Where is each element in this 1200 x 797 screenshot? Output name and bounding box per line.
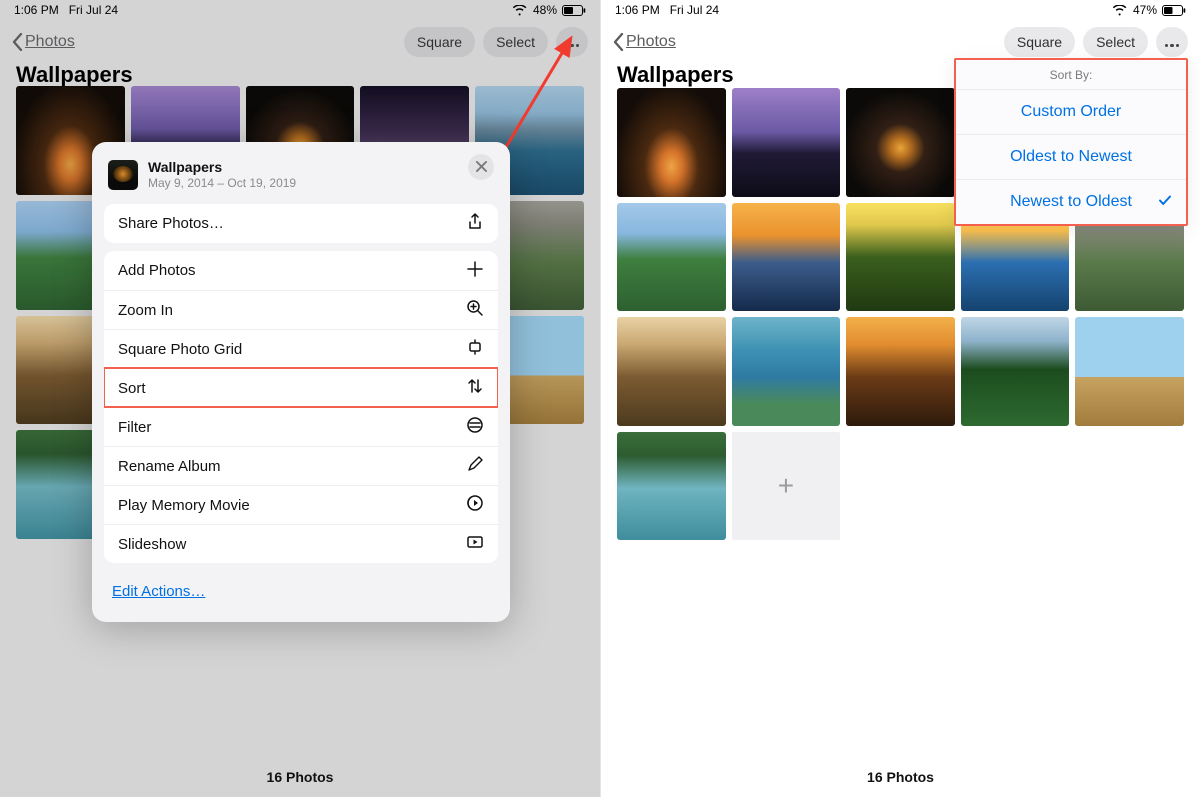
back-button[interactable]: Photos (12, 33, 75, 51)
status-bar: 1:06 PM Fri Jul 24 47% (601, 0, 1200, 20)
status-time: 1:06 PM (615, 3, 660, 17)
battery-icon (1162, 5, 1186, 16)
play-memory-item[interactable]: Play Memory Movie (104, 485, 498, 524)
add-photos-item[interactable]: Add Photos (104, 251, 498, 290)
status-time: 1:06 PM (14, 3, 59, 17)
photo-thumb[interactable] (617, 317, 726, 426)
menu-label: Filter (118, 419, 151, 436)
share-photos-item[interactable]: Share Photos… (104, 204, 498, 243)
close-button[interactable] (468, 154, 494, 180)
menu-label: Zoom In (118, 302, 173, 319)
photo-thumb[interactable] (617, 203, 726, 312)
share-icon (466, 213, 484, 235)
footer-count: 16 Photos (0, 769, 600, 785)
sheet-title: Wallpapers (148, 159, 296, 175)
photo-thumb[interactable] (961, 317, 1070, 426)
sort-custom-order[interactable]: Custom Order (956, 89, 1186, 134)
select-button[interactable]: Select (483, 27, 548, 57)
footer-count: 16 Photos (601, 769, 1200, 785)
photo-thumb[interactable] (732, 88, 841, 197)
zoom-in-icon (466, 299, 484, 321)
photo-thumb[interactable] (1075, 317, 1184, 426)
menu-label: Square Photo Grid (118, 341, 242, 358)
ellipsis-icon (564, 34, 580, 50)
plus-icon: + (778, 470, 794, 502)
page-title: Wallpapers (16, 62, 133, 88)
sort-oldest-newest[interactable]: Oldest to Newest (956, 134, 1186, 179)
status-bar: 1:06 PM Fri Jul 24 48% (0, 0, 600, 20)
checkmark-icon (1158, 193, 1172, 212)
memory-icon (466, 494, 484, 516)
photo-thumb[interactable] (846, 88, 955, 197)
photo-thumb[interactable] (732, 203, 841, 312)
sheet-album-thumb (108, 160, 138, 190)
wifi-icon (513, 5, 528, 16)
sort-icon (466, 377, 484, 399)
wifi-icon (1113, 5, 1128, 16)
rename-album-item[interactable]: Rename Album (104, 446, 498, 485)
status-date: Fri Jul 24 (670, 3, 719, 17)
back-label: Photos (25, 33, 75, 51)
status-date: Fri Jul 24 (69, 3, 118, 17)
square-button[interactable]: Square (1004, 27, 1075, 57)
filter-icon (466, 416, 484, 438)
sort-item[interactable]: Sort (104, 368, 498, 407)
slideshow-icon (466, 533, 484, 555)
add-photo-tile[interactable]: + (732, 432, 841, 541)
menu-label: Play Memory Movie (118, 497, 250, 514)
edit-actions-link[interactable]: Edit Actions… (104, 571, 213, 610)
nav-bar: Photos Square Select (0, 22, 600, 62)
ellipsis-icon (1164, 34, 1180, 50)
menu-label: Rename Album (118, 458, 221, 475)
pane-left-photos: 1:06 PM Fri Jul 24 48% Photos Square Sel… (0, 0, 600, 797)
battery-icon (562, 5, 586, 16)
more-button[interactable] (556, 27, 588, 57)
status-battery-pct: 48% (533, 3, 557, 17)
slideshow-item[interactable]: Slideshow (104, 524, 498, 563)
square-button[interactable]: Square (404, 27, 475, 57)
pencil-icon (466, 455, 484, 477)
menu-label: Slideshow (118, 536, 186, 553)
sort-by-popover: Sort By: Custom Order Oldest to Newest N… (954, 58, 1188, 226)
back-button[interactable]: Photos (613, 33, 676, 51)
sort-newest-oldest[interactable]: Newest to Oldest (956, 179, 1186, 224)
menu-label: Share Photos… (118, 215, 224, 232)
album-actions-sheet: Wallpapers May 9, 2014 – Oct 19, 2019 Sh… (92, 142, 510, 622)
nav-bar: Photos Square Select (601, 22, 1200, 62)
aspect-icon (466, 338, 484, 360)
pane-right-photos: 1:06 PM Fri Jul 24 47% Photos Square Sel… (600, 0, 1200, 797)
photo-thumb[interactable] (617, 88, 726, 197)
plus-icon (466, 260, 484, 282)
page-title: Wallpapers (617, 62, 734, 88)
photo-thumb[interactable] (732, 317, 841, 426)
menu-label: Sort (118, 380, 146, 397)
filter-item[interactable]: Filter (104, 407, 498, 446)
back-label: Photos (626, 33, 676, 51)
sheet-subtitle: May 9, 2014 – Oct 19, 2019 (148, 176, 296, 190)
status-battery-pct: 47% (1133, 3, 1157, 17)
select-button[interactable]: Select (1083, 27, 1148, 57)
square-grid-item[interactable]: Square Photo Grid (104, 329, 498, 368)
zoom-in-item[interactable]: Zoom In (104, 290, 498, 329)
photo-thumb[interactable] (617, 432, 726, 541)
close-icon (476, 161, 487, 172)
sort-caption: Sort By: (956, 60, 1186, 89)
more-button[interactable] (1156, 27, 1188, 57)
photo-thumb[interactable] (846, 203, 955, 312)
menu-label: Add Photos (118, 262, 196, 279)
photo-thumb[interactable] (846, 317, 955, 426)
